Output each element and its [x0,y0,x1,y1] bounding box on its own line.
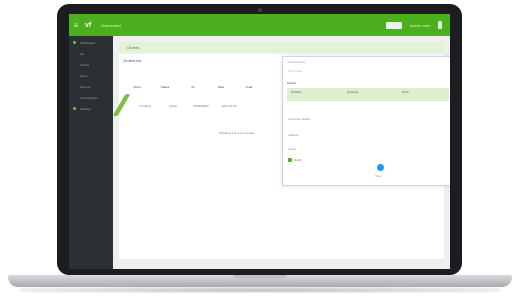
sidebar-item-label: Items [80,73,88,78]
modal-table-header: Product Quantity Price [287,88,449,101]
sidebar-item-label: Dashboard [80,40,95,45]
notification-icon[interactable] [438,21,442,29]
sidebar-item-label: Settings [80,106,91,111]
breadcrumb: Orders [119,42,444,52]
camera-icon [258,8,262,12]
breadcrumb-current[interactable]: Orders [127,45,139,50]
table-cell: 000000000 [193,104,209,108]
modal-section-label: Details [287,81,297,85]
sidebar-item-orders[interactable]: Orders [69,60,113,69]
modal-column-header: Price [402,90,409,94]
screen: ≡ vf Dashboard Admin user Dashboard All … [69,14,450,269]
checkbox-label: Notify [294,158,302,162]
table-row[interactable]: Pending Active 000000000 2019-01-01 [131,102,271,110]
sidebar-item-label: Configuration [80,95,98,100]
sidebar-item-label: Reports [80,84,91,89]
top-right-controls: Admin user [385,21,450,29]
submit-button[interactable] [377,164,384,171]
modal-column-header: Quantity [347,90,359,94]
column-header[interactable]: Total [235,82,263,92]
laptop-notch [233,275,287,279]
sidebar-item-configuration[interactable]: Configuration [69,93,113,102]
base-shadow [20,287,500,293]
table-cell: Active [168,104,178,108]
pagination-info: Showing 1 to 1 of 1 entries [219,131,255,135]
sidebar-item-label: All [80,51,84,56]
modal-text-line: Notes [288,147,296,151]
menu-dot-icon [73,107,76,110]
brand-logo: vf [85,21,92,29]
top-action-button[interactable] [385,21,402,29]
submit-label: Save [375,174,382,178]
table-cell: 2019-01-01 [221,104,237,108]
sidebar-item-reports[interactable]: Reports [69,82,113,91]
column-header[interactable]: Order [123,82,151,92]
modal-column-header: Product [291,90,302,94]
top-bar: ≡ vf Dashboard Admin user [69,14,450,36]
app-title: Dashboard [101,22,121,28]
sidebar: Dashboard All Orders Items Reports Confi… [69,36,113,269]
modal-subtitle: Order date [288,69,303,73]
row-handle-icon[interactable] [112,94,131,116]
sidebar-item-items[interactable]: Items [69,71,113,80]
column-header[interactable]: Status [151,82,179,92]
notify-checkbox[interactable] [288,158,292,162]
card-title: Orders list [123,58,142,63]
table-header: Order Status ID Date Total [123,82,283,92]
modal-title: Order details [288,60,306,64]
order-detail-modal: Order details Order date Details Product… [282,56,450,186]
table-cell [243,102,271,110]
column-header[interactable]: ID [179,82,207,92]
modal-text-line: Customer details [288,117,311,121]
menu-dot-icon [73,41,76,44]
modal-text-line: Address [288,133,300,137]
sidebar-item-all[interactable]: All [69,49,113,58]
user-name[interactable]: Admin user [410,23,430,28]
column-header[interactable]: Date [207,82,235,92]
sidebar-item-label: Orders [80,62,90,67]
table-cell: Pending [139,104,151,108]
hamburger-menu-icon[interactable]: ≡ [69,14,83,36]
sidebar-item-settings[interactable]: Settings [69,104,113,113]
sidebar-item-dashboard[interactable]: Dashboard [69,38,113,47]
